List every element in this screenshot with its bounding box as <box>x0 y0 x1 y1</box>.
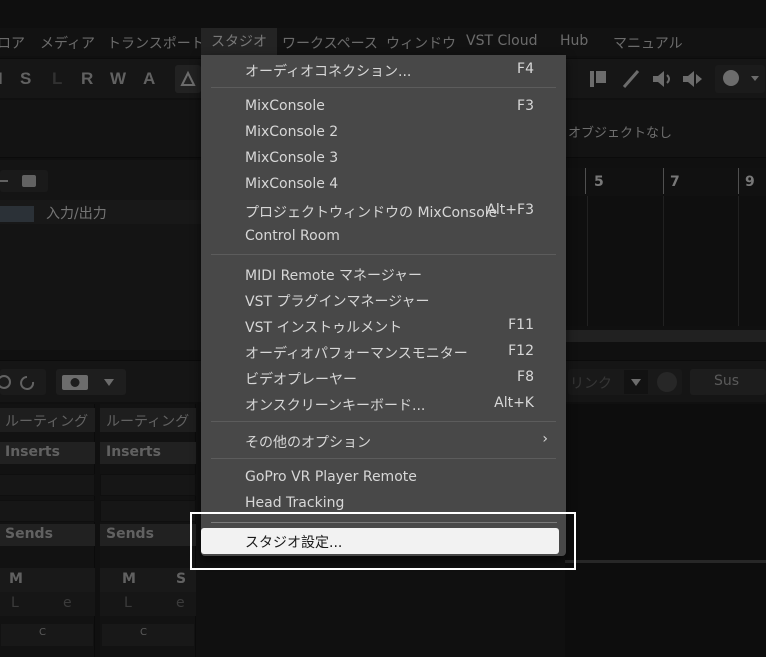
menu-item-label: VST インストゥルメント <box>245 320 403 336</box>
menu-item-mixconsole-2[interactable]: MixConsole 2 <box>201 120 566 146</box>
menu-item-shortcut: Alt+F3 <box>486 202 534 218</box>
menu-item-mixconsole-4[interactable]: MixConsole 4 <box>201 172 566 198</box>
menu-separator <box>211 254 556 255</box>
menu-item-label: スタジオ設定... <box>245 535 343 551</box>
menu-item-label: MixConsole <box>245 98 325 114</box>
menu-separator <box>211 458 556 459</box>
menu-separator <box>211 522 557 523</box>
studio-menu: オーディオコネクション... F4 MixConsole F3 MixConso… <box>201 55 566 556</box>
menu-item-project-mixconsole[interactable]: プロジェクトウィンドウの MixConsole Alt+F3 <box>201 198 566 224</box>
menu-item-gopro-vr-player-remote[interactable]: GoPro VR Player Remote <box>201 465 566 491</box>
menu-item-shortcut: F11 <box>508 317 534 333</box>
menu-item-label: MixConsole 4 <box>245 176 339 192</box>
menu-item-video-player[interactable]: ビデオプレーヤー F8 <box>201 365 566 391</box>
menu-item-shortcut: F4 <box>517 61 534 77</box>
menu-item-audio-performance-monitor[interactable]: オーディオパフォーマンスモニター F12 <box>201 339 566 365</box>
menu-item-mixconsole-3[interactable]: MixConsole 3 <box>201 146 566 172</box>
menu-separator <box>211 421 556 422</box>
menu-item-label: MixConsole 2 <box>245 124 339 140</box>
submenu-arrow-icon: › <box>542 431 548 447</box>
menu-item-mixconsole[interactable]: MixConsole F3 <box>201 94 566 120</box>
menu-item-audio-connections[interactable]: オーディオコネクション... F4 <box>201 57 566 83</box>
menu-separator <box>211 87 556 88</box>
menu-item-label: GoPro VR Player Remote <box>245 469 417 485</box>
menu-item-label: オンスクリーンキーボード... <box>245 398 426 414</box>
menu-item-label: VST プラグインマネージャー <box>245 294 430 310</box>
menu-item-label: MixConsole 3 <box>245 150 339 166</box>
menu-item-shortcut: Alt+K <box>494 395 534 411</box>
menu-item-control-room[interactable]: Control Room <box>201 224 566 250</box>
menu-item-label: ビデオプレーヤー <box>245 372 357 388</box>
menu-item-onscreen-keyboard[interactable]: オンスクリーンキーボード... Alt+K <box>201 391 566 417</box>
menu-item-studio-setup[interactable]: スタジオ設定... <box>201 528 559 554</box>
menu-item-vst-plugin-manager[interactable]: VST プラグインマネージャー <box>201 287 566 313</box>
menu-item-shortcut: F8 <box>517 369 534 385</box>
menu-item-vst-instruments[interactable]: VST インストゥルメント F11 <box>201 313 566 339</box>
menu-item-shortcut: F12 <box>508 343 534 359</box>
menu-item-label: Head Tracking <box>245 495 345 511</box>
menu-item-label: MIDI Remote マネージャー <box>245 268 423 284</box>
menu-item-label: プロジェクトウィンドウの MixConsole <box>245 205 498 221</box>
menu-item-label: Control Room <box>245 228 340 244</box>
menu-item-label: オーディオパフォーマンスモニター <box>245 346 468 362</box>
menu-item-shortcut: F3 <box>517 98 534 114</box>
menu-item-label: その他のオプション <box>245 435 371 451</box>
menu-item-more-options[interactable]: その他のオプション › <box>201 428 566 454</box>
menu-item-midi-remote-manager[interactable]: MIDI Remote マネージャー <box>201 261 566 287</box>
menu-item-label: オーディオコネクション... <box>245 64 412 80</box>
